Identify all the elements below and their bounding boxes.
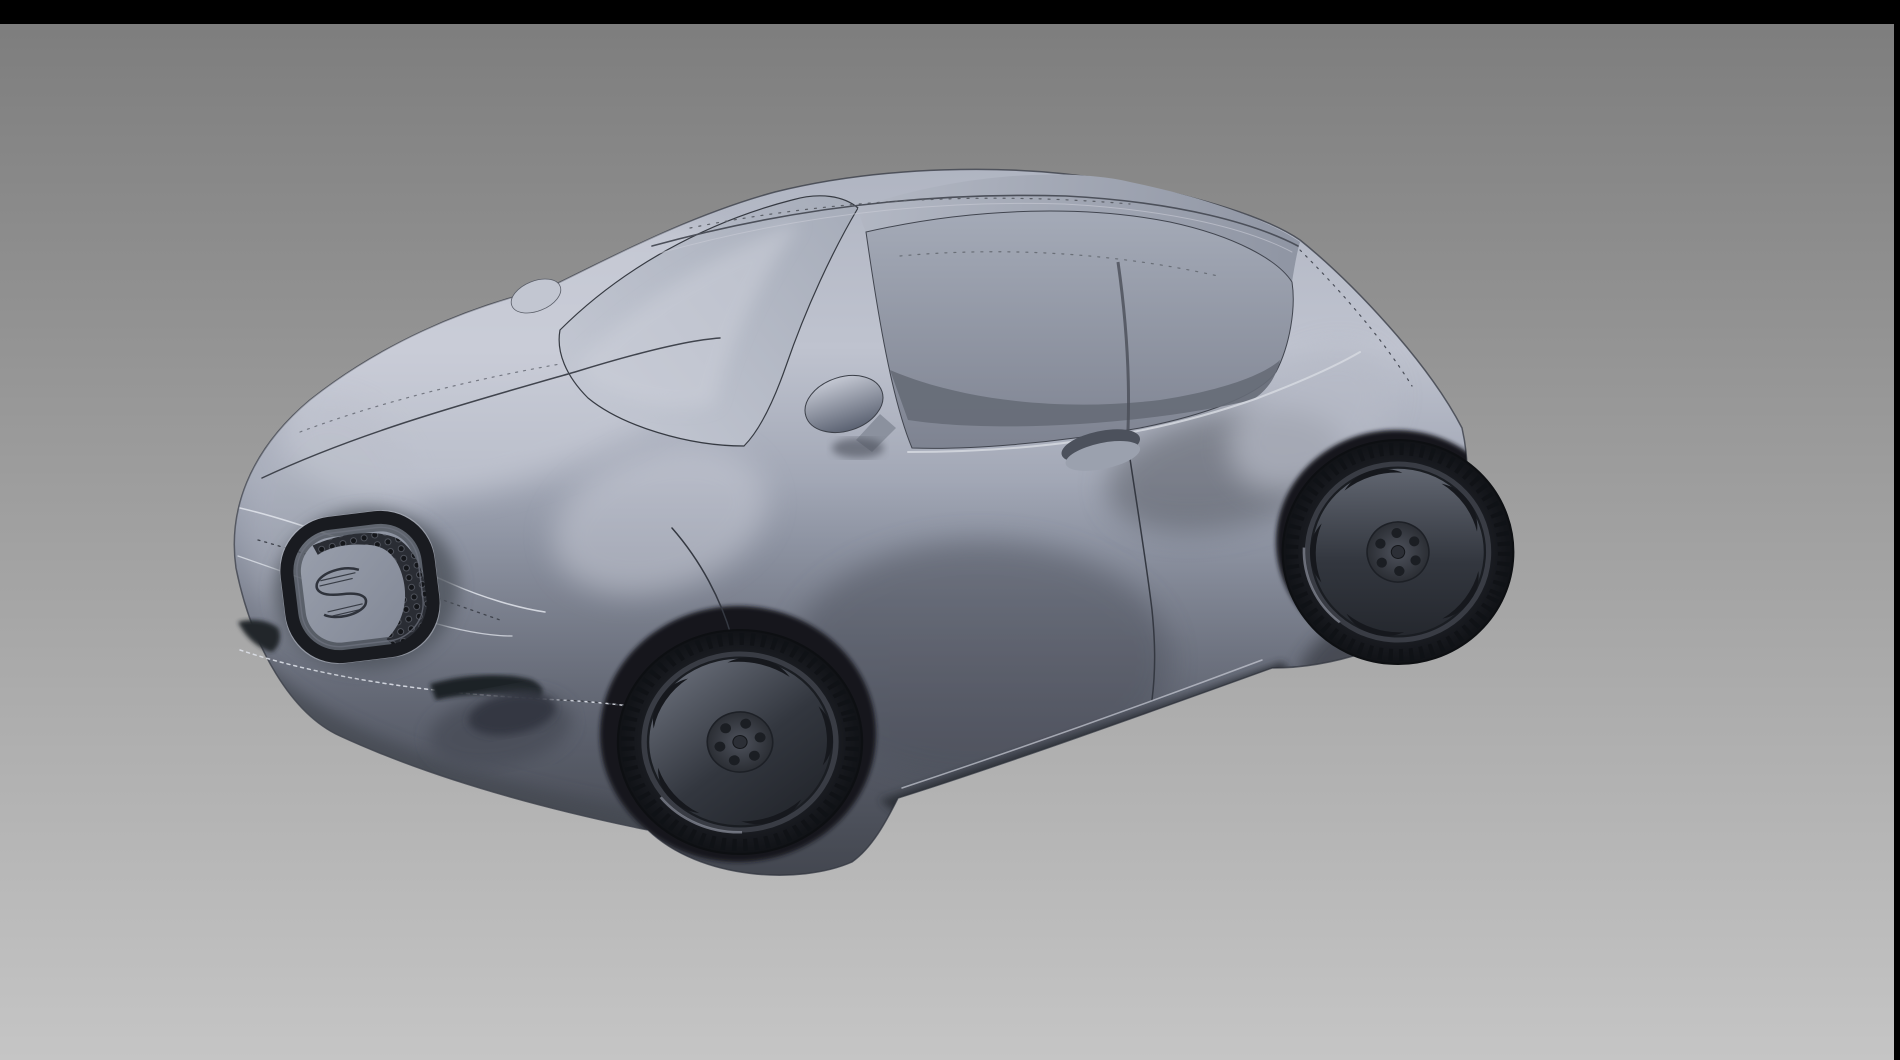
- viewport-canvas[interactable]: [0, 0, 1900, 1060]
- render-viewport: [0, 0, 1900, 1060]
- right-letterbox-bar: [1894, 0, 1900, 1060]
- top-letterbox-bar: [0, 0, 1900, 24]
